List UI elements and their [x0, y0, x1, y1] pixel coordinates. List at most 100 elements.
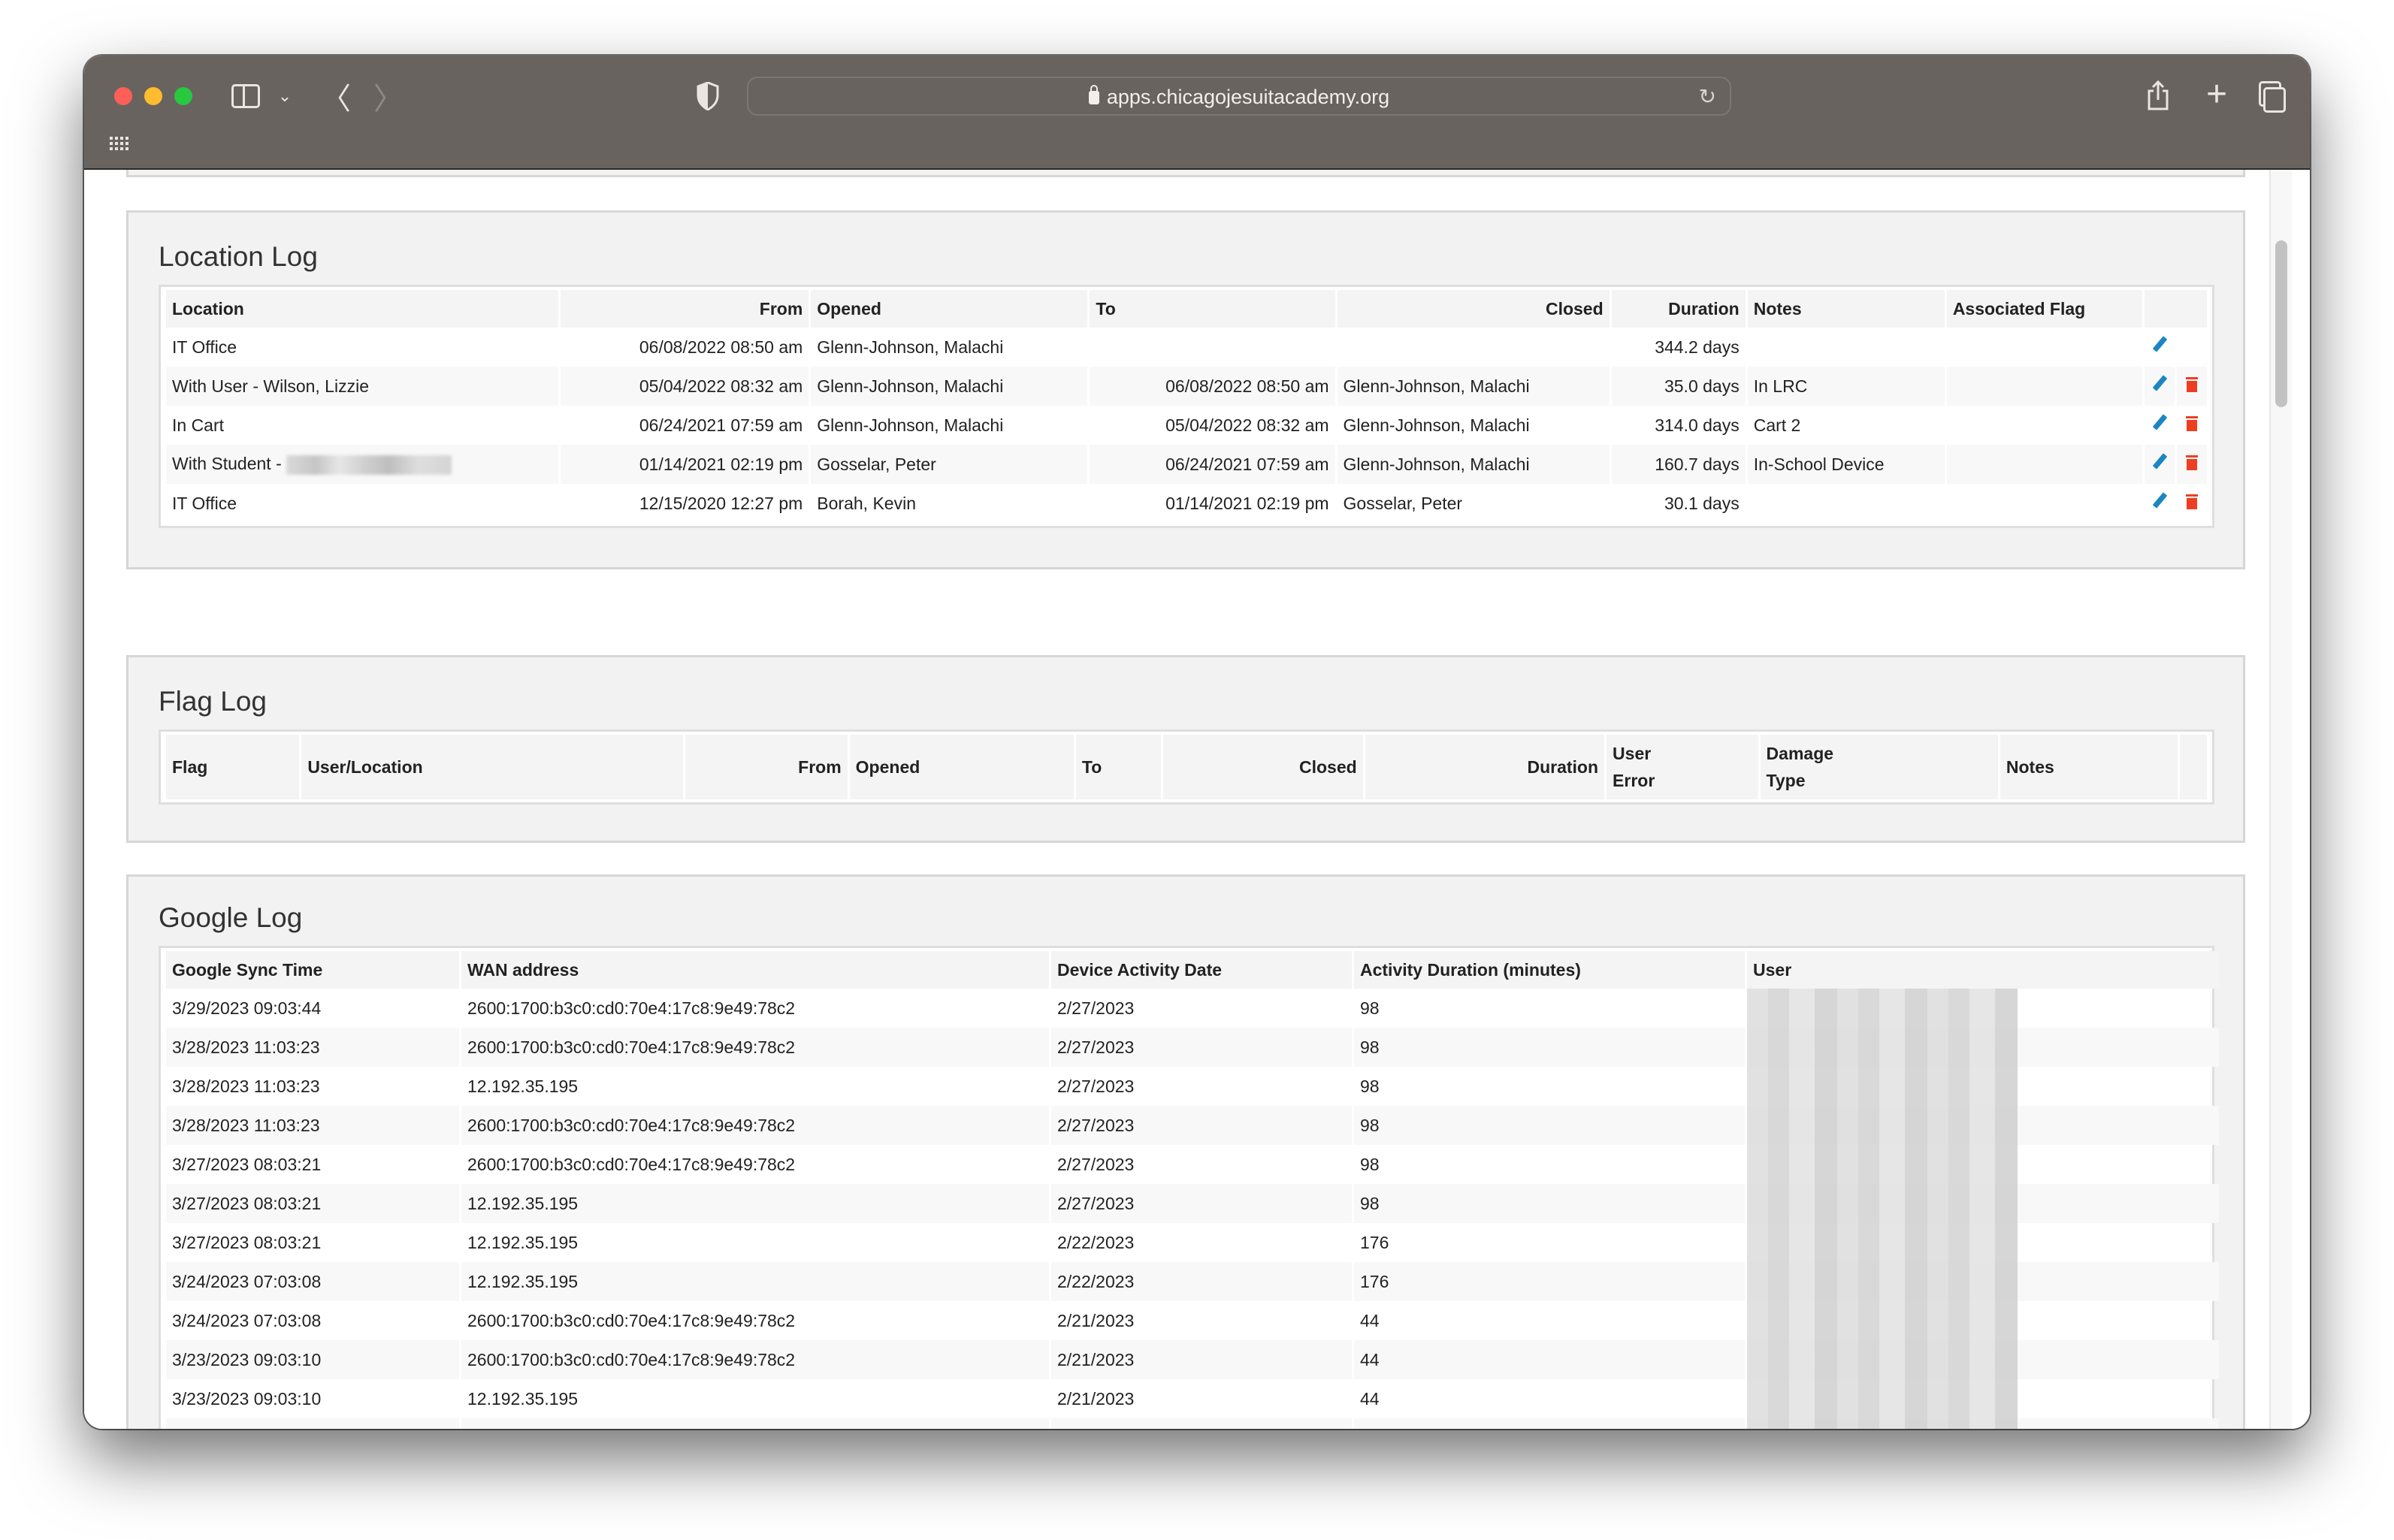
zoom-window-button[interactable]	[174, 87, 192, 105]
edit-pencil-icon[interactable]	[2151, 493, 2168, 509]
delete-cell	[2176, 367, 2207, 406]
location-text: With User - Wilson, Lizzie	[172, 376, 369, 396]
privacy-shield-icon[interactable]	[696, 81, 720, 111]
column-header-user-location[interactable]: User/Location	[301, 735, 684, 799]
column-header-flag[interactable]: Flag	[166, 735, 300, 799]
column-header-notes[interactable]: Notes	[1747, 290, 1945, 328]
associated-flag-cell	[1947, 328, 2142, 367]
table-row: With Student - 01/14/2021 02:19 pm Gossel…	[166, 445, 2207, 484]
device-activity-date-cell: 2/27/2023	[1051, 1106, 1352, 1145]
browser-toolbar: ⌄ 〈 〉 apps.chicagojesuitacademy.org ↻ +	[84, 56, 2310, 170]
redacted-user-email	[1747, 1184, 2018, 1223]
column-header-to[interactable]: To	[1090, 290, 1335, 328]
user-cell	[1747, 1340, 2219, 1379]
column-header-activity-duration[interactable]: Activity Duration (minutes)	[1354, 951, 1745, 989]
column-header-to[interactable]: To	[1075, 735, 1161, 799]
to-cell: 06/08/2022 08:50 am	[1090, 367, 1335, 406]
address-bar[interactable]: apps.chicagojesuitacademy.org ↻	[747, 77, 1731, 116]
column-header-notes[interactable]: Notes	[2000, 735, 2178, 799]
notes-cell: Cart 2	[1753, 415, 1801, 435]
delete-trash-icon[interactable]	[2185, 376, 2198, 392]
delete-trash-icon[interactable]	[2185, 454, 2198, 470]
column-header-google-sync-time[interactable]: Google Sync Time	[166, 951, 459, 989]
table-row: 3/22/2023 05:03:502600:1700:b3c0:cd0:81c…	[166, 1418, 2219, 1429]
wan-address-cell: 2600:1700:b3c0:cd0:70e4:17c8:9e49:78c2	[467, 1310, 796, 1330]
apps-grid-icon[interactable]	[108, 137, 129, 156]
edit-pencil-icon[interactable]	[2151, 415, 2168, 431]
device-activity-date-cell: 2/22/2023	[1057, 1232, 1135, 1252]
edit-pencil-icon[interactable]	[2151, 337, 2168, 353]
delete-trash-icon[interactable]	[2185, 415, 2198, 431]
column-header-duration[interactable]: Duration	[1365, 735, 1605, 799]
plus-icon[interactable]: +	[2202, 74, 2232, 114]
activity-duration-cell: 176	[1360, 1232, 1389, 1252]
column-header-closed[interactable]: Closed	[1337, 290, 1610, 328]
sidebar-icon[interactable]	[231, 84, 260, 108]
browser-window: ⌄ 〈 〉 apps.chicagojesuitacademy.org ↻ +	[84, 56, 2310, 1429]
edit-pencil-icon[interactable]	[2151, 454, 2168, 470]
google-sync-time-cell: 3/27/2023 08:03:21	[172, 1232, 322, 1252]
wan-address-cell: 12.192.35.195	[461, 1184, 1049, 1223]
location-text: IT Office	[172, 337, 237, 357]
share-icon[interactable]	[2143, 78, 2173, 113]
scrollbar-thumb[interactable]	[2275, 240, 2287, 407]
location-text: In Cart	[172, 415, 225, 435]
back-icon[interactable]: 〈	[321, 80, 351, 116]
table-row: 3/27/2023 08:03:21 2600:1700:b3c0:cd0:70e…	[166, 1145, 2219, 1184]
closed-cell: Gosselar, Peter	[1343, 493, 1463, 513]
activity-duration-cell: 44	[1354, 1418, 1745, 1429]
table-row: 3/29/2023 09:03:44 2600:1700:b3c0:cd0:70e…	[166, 989, 2219, 1028]
column-header-opened[interactable]: Opened	[811, 290, 1088, 328]
user-cell	[1747, 1418, 2219, 1429]
delete-cell	[2177, 328, 2207, 367]
user-cell	[1747, 1028, 2219, 1067]
tab-overview-icon[interactable]	[2254, 81, 2286, 113]
user-cell	[1747, 1223, 2219, 1262]
column-header-duration[interactable]: Duration	[1611, 290, 1746, 328]
google-sync-time-cell: 3/28/2023 11:03:23	[166, 1106, 459, 1145]
redacted-user-email	[1747, 1418, 2018, 1429]
location-cell: IT Office	[166, 328, 558, 367]
device-activity-date-cell: 2/27/2023	[1057, 1076, 1135, 1096]
associated-flag-cell	[1946, 445, 2142, 484]
column-header-opened[interactable]: Opened	[849, 735, 1074, 799]
redacted-user-email	[1747, 1145, 2018, 1184]
table-header-row: Flag User/Location From Opened To Closed…	[166, 735, 2207, 799]
close-window-button[interactable]	[114, 87, 132, 105]
address-bar-content: apps.chicagojesuitacademy.org	[748, 85, 1730, 109]
column-header-from[interactable]: From	[685, 735, 848, 799]
column-header-closed[interactable]: Closed	[1162, 735, 1363, 799]
user-cell	[1747, 1262, 2219, 1301]
minimize-window-button[interactable]	[144, 87, 162, 105]
location-text: IT Office	[172, 493, 237, 513]
column-header-associated-flag[interactable]: Associated Flag	[1946, 290, 2142, 328]
edit-cell	[2145, 484, 2175, 523]
column-header-user-error[interactable]: User Error	[1607, 735, 1758, 799]
column-header-wan-address[interactable]: WAN address	[461, 951, 1049, 989]
closed-cell: Glenn-Johnson, Malachi	[1337, 367, 1610, 406]
delete-trash-icon[interactable]	[2185, 494, 2198, 509]
vertical-scrollbar[interactable]	[2269, 170, 2292, 1429]
reload-icon[interactable]: ↻	[1699, 84, 1716, 109]
activity-duration-cell: 98	[1360, 1154, 1380, 1174]
table-row: In Cart 06/24/2021 07:59 am Glenn-Johnson,…	[166, 406, 2207, 445]
column-header-device-activity-date[interactable]: Device Activity Date	[1051, 951, 1352, 989]
user-cell	[1747, 1184, 2219, 1223]
table-row: 3/23/2023 09:03:10 2600:1700:b3c0:cd0:70e…	[166, 1340, 2219, 1379]
chevron-down-icon[interactable]: ⌄	[274, 83, 296, 110]
from-cell: 01/14/2021 02:19 pm	[561, 445, 809, 484]
wan-address-cell: 12.192.35.195	[467, 1232, 579, 1252]
column-header-damage-type[interactable]: Damage Type	[1760, 735, 1998, 799]
column-header-from[interactable]: From	[561, 290, 809, 328]
table-row: 3/24/2023 07:03:08 12.192.35.195 2/22/2023…	[166, 1262, 2219, 1301]
device-activity-date-cell: 2/22/2023	[1051, 1262, 1352, 1301]
to-cell	[1090, 328, 1335, 367]
redacted-user-email	[1747, 1340, 2018, 1379]
column-header-user[interactable]: User	[1747, 951, 2219, 989]
column-header-location[interactable]: Location	[166, 290, 559, 328]
google-log-table-wrapper: Google Sync Time WAN address Device Acti…	[159, 946, 2219, 1429]
edit-pencil-icon[interactable]	[2151, 376, 2168, 392]
closed-cell: Glenn-Johnson, Malachi	[1343, 415, 1530, 435]
wan-address-cell: 12.192.35.195	[467, 1076, 579, 1096]
forward-icon[interactable]: 〉	[373, 80, 404, 116]
